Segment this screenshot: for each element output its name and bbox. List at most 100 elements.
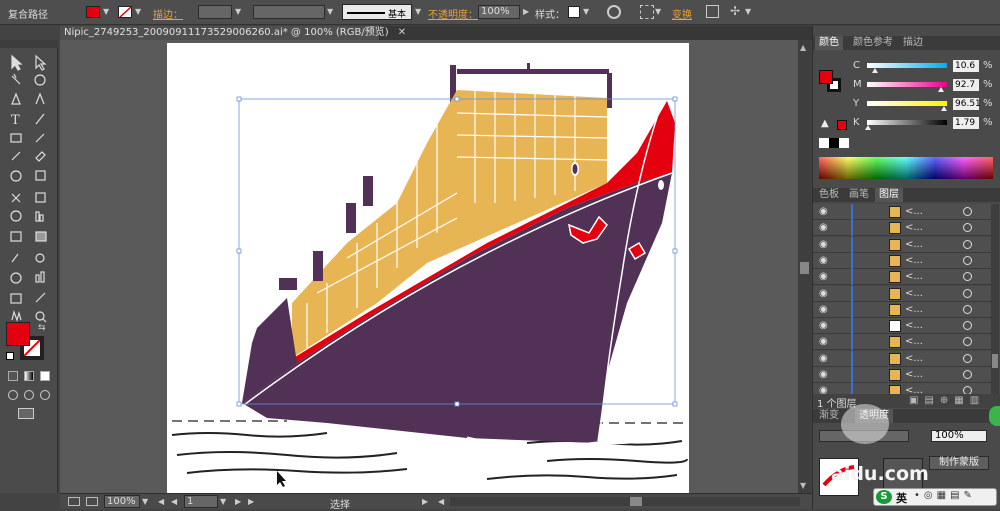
none-chip[interactable] [819, 138, 829, 148]
target-icon[interactable] [963, 386, 972, 394]
eye-icon[interactable]: ◉ [819, 304, 828, 315]
layer-row[interactable]: ◉ <... [813, 220, 991, 237]
status-menu-icon[interactable]: ▶ [422, 497, 428, 506]
scroll-down-icon[interactable]: ▼ [800, 481, 806, 490]
transparency-opacity-field[interactable]: 100% [931, 430, 987, 442]
brush-dropdown-icon[interactable]: ▼ [415, 7, 421, 16]
stroke-weight-field[interactable] [198, 5, 232, 19]
layer-footer-icons[interactable]: ▣▤⊕▦▥ [909, 395, 985, 406]
target-icon[interactable] [963, 288, 972, 298]
align-dropdown-icon[interactable]: ▼ [655, 7, 661, 16]
stroke-label[interactable]: 描边： [153, 6, 183, 21]
tab-brushes[interactable]: 画笔 [845, 188, 873, 202]
zoom-dropdown-icon[interactable]: ▼ [142, 497, 148, 506]
arrange-dropdown-icon[interactable]: ▼ [745, 7, 751, 16]
graphic-style-swatch[interactable] [568, 6, 580, 18]
target-icon[interactable] [963, 337, 972, 347]
fill-color-box[interactable] [6, 322, 30, 346]
screen-mode-icon[interactable] [18, 408, 34, 419]
prev-artboard-icon[interactable]: ◀ [171, 497, 177, 506]
opacity-label[interactable]: 不透明度： [428, 6, 478, 21]
layers-scroll-thumb[interactable] [992, 354, 998, 368]
layer-row[interactable]: ◉ <... [813, 334, 991, 351]
stroke-weight-dropdown-icon[interactable]: ▼ [235, 7, 241, 16]
scroll-thumb[interactable] [800, 262, 809, 274]
channel-slider-track[interactable] [867, 82, 947, 87]
layer-row[interactable]: ◉ <... [813, 383, 991, 394]
ship-artwork[interactable] [167, 43, 689, 493]
channel-value-field[interactable]: 92.7 [953, 79, 979, 91]
channel-slider-handle[interactable] [941, 106, 948, 111]
layer-row[interactable]: ◉ <... [813, 236, 991, 253]
status-icon-1[interactable] [68, 497, 80, 506]
eye-icon[interactable]: ◉ [819, 288, 828, 299]
default-colors-icon[interactable] [6, 352, 14, 360]
tab-stroke[interactable]: 描边 [899, 36, 927, 50]
close-tab-icon[interactable]: ✕ [398, 27, 406, 38]
layer-row[interactable]: ◉ <... [813, 350, 991, 367]
hscroll-thumb[interactable] [630, 497, 642, 506]
eye-icon[interactable]: ◉ [819, 206, 828, 217]
layer-row[interactable]: ◉ <... [813, 301, 991, 318]
fill-dropdown-icon[interactable]: ▼ [103, 7, 109, 16]
canvas-area[interactable] [60, 40, 798, 493]
white-chip[interactable] [839, 138, 849, 148]
ime-lang-label[interactable]: 英 [896, 490, 907, 506]
gamut-color-chip[interactable] [837, 120, 847, 130]
channel-value-field[interactable]: 96.51 [953, 98, 981, 110]
variable-width-arrow-icon[interactable]: ▼ [327, 7, 333, 16]
next-artboard-icon[interactable]: ▶ [235, 497, 241, 506]
hscroll-left-icon[interactable]: ◀ [438, 497, 444, 506]
align-icon[interactable] [640, 5, 654, 19]
layer-row[interactable]: ◉ <... [813, 269, 991, 286]
panel-fill-swatch[interactable] [819, 70, 833, 84]
black-chip[interactable] [829, 138, 839, 148]
vertical-scrollbar[interactable]: ▲ ▼ [798, 40, 811, 493]
graphic-style-dropdown-icon[interactable]: ▼ [583, 7, 589, 16]
target-icon[interactable] [963, 304, 972, 314]
target-icon[interactable] [963, 272, 972, 282]
first-artboard-icon[interactable]: ◀ [158, 497, 164, 506]
layer-row[interactable]: ◉ <... [813, 252, 991, 269]
ime-tool-icons[interactable]: •◎▦▤✎ [914, 490, 976, 501]
eye-icon[interactable]: ◉ [819, 385, 828, 394]
opacity-arrow-icon[interactable]: ▶ [523, 7, 529, 16]
ime-toolbar[interactable]: S 英 •◎▦▤✎ [873, 488, 997, 506]
target-icon[interactable] [963, 370, 972, 379]
eye-icon[interactable]: ◉ [819, 336, 828, 347]
channel-slider-track[interactable] [867, 101, 947, 106]
recolor-icon[interactable] [607, 5, 621, 19]
eye-icon[interactable]: ◉ [819, 320, 828, 331]
artboard-field[interactable]: 1 [184, 495, 218, 508]
out-of-gamut-icon[interactable]: ▲ [821, 118, 829, 129]
variable-width-dropdown[interactable] [253, 5, 325, 19]
scroll-up-icon[interactable]: ▲ [800, 43, 806, 52]
layer-row[interactable]: ◉ <... [813, 204, 991, 220]
tab-swatches[interactable]: 色板 [815, 188, 843, 202]
channel-slider-track[interactable] [867, 120, 947, 125]
gradient-mode-icon[interactable] [24, 371, 34, 381]
artboard[interactable] [167, 43, 689, 493]
stroke-dropdown-icon[interactable]: ▼ [135, 7, 141, 16]
draw-behind-icon[interactable] [24, 390, 34, 400]
zoom-field[interactable]: 100% [104, 495, 140, 508]
eye-icon[interactable]: ◉ [819, 271, 828, 282]
channel-value-field[interactable]: 10.6 [953, 60, 979, 72]
isolate-icon[interactable] [706, 5, 719, 18]
eye-icon[interactable]: ◉ [819, 222, 828, 233]
target-icon[interactable] [963, 321, 972, 331]
eye-icon[interactable]: ◉ [819, 255, 828, 266]
tab-color[interactable]: 颜色 [815, 36, 843, 50]
channel-value-field[interactable]: 1.79 [953, 117, 979, 129]
horizontal-scrollbar[interactable] [450, 497, 800, 506]
eye-icon[interactable]: ◉ [819, 353, 828, 364]
layer-row[interactable]: ◉ <... [813, 285, 991, 302]
color-spectrum[interactable] [819, 157, 993, 179]
status-icon-2[interactable] [86, 497, 98, 506]
opacity-field[interactable]: 100% [478, 5, 520, 19]
color-mode-icon[interactable] [8, 371, 18, 381]
stroke-swatch[interactable] [118, 6, 132, 18]
tab-color-guide[interactable]: 颜色参考 [849, 36, 897, 50]
channel-slider-handle[interactable] [865, 125, 872, 130]
document-tab[interactable]: Nipic_2749253_20090911173529006260.ai* @… [60, 26, 406, 40]
